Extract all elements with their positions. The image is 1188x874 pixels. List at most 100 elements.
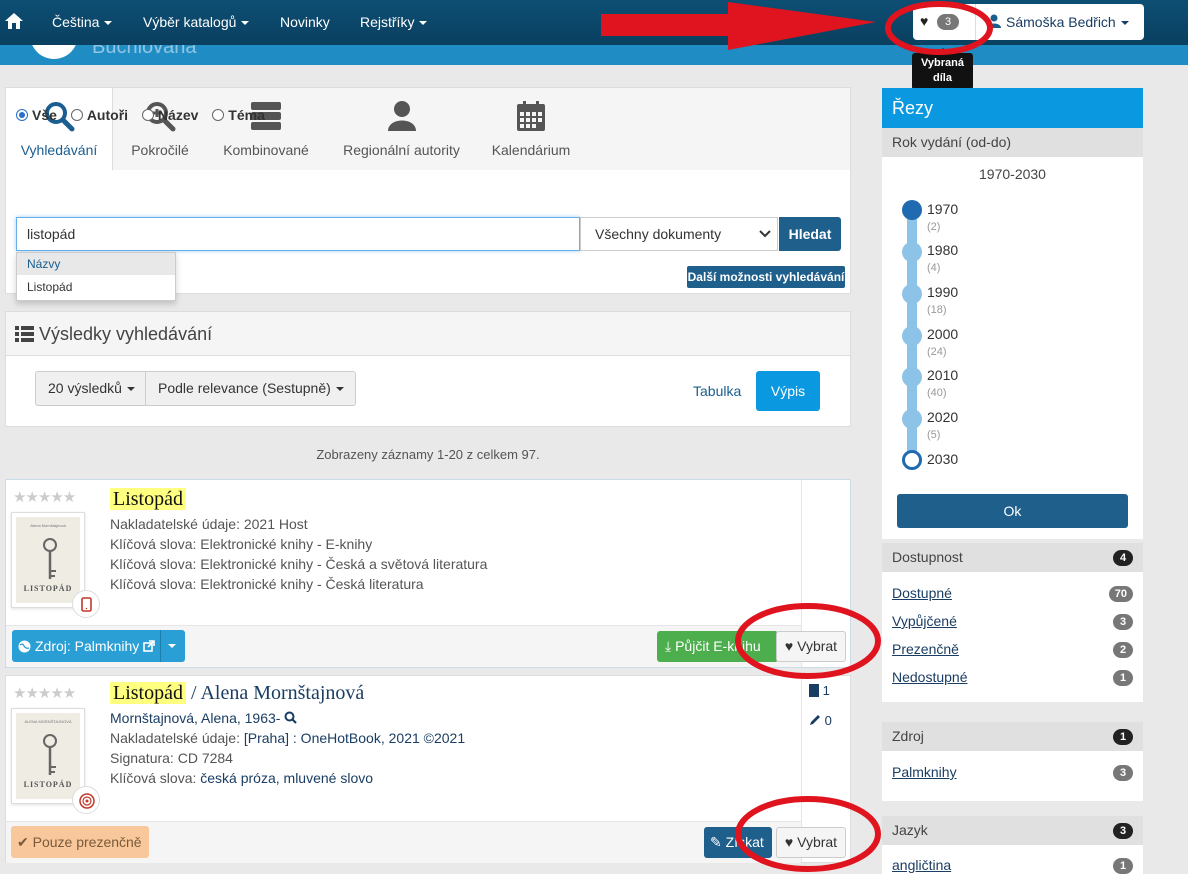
tab-calendar[interactable]: Kalendárium xyxy=(478,88,584,170)
year-count: (4) xyxy=(927,262,941,274)
year-label: 1980 xyxy=(927,242,959,258)
nav-news[interactable]: Novinky xyxy=(280,14,330,30)
year-count: (24) xyxy=(927,346,947,358)
year-range-label: 1970-2030 xyxy=(979,166,1046,182)
results-panel: Výsledky vyhledávání xyxy=(5,311,851,427)
results-title: Výsledky vyhledávání xyxy=(39,324,213,344)
key-illustration xyxy=(43,734,57,775)
book-cover-image[interactable]: ALENA MORNŠTAJNOVÁ LISTOPÁD xyxy=(11,708,85,804)
tab-advanced[interactable]: Pokročilé xyxy=(113,88,207,170)
user-menu[interactable]: Sámoška Bedřich xyxy=(975,4,1144,40)
year-count: (18) xyxy=(927,304,947,316)
year-filter-ok-button[interactable]: Ok xyxy=(897,494,1128,528)
reviews-count[interactable]: 0 xyxy=(809,713,832,728)
heart-icon: ♥ xyxy=(920,13,929,29)
record-keywords: Klíčová slova: česká próza, mluvené slov… xyxy=(110,770,374,786)
autocomplete-item[interactable]: Listopád xyxy=(17,275,175,299)
globe-icon xyxy=(18,640,31,653)
pencil-icon: ✎ xyxy=(710,834,722,850)
facet-year-header: Rok vydání (od-do) xyxy=(882,128,1143,157)
external-link-icon xyxy=(143,640,155,652)
radio-title[interactable]: Název xyxy=(141,107,198,123)
facet-link-palmknihy[interactable]: Palmknihy xyxy=(892,764,957,780)
results-summary: Zobrazeny záznamy 1-20 z celkem 97. xyxy=(316,447,540,462)
facet-availability-body: Dostupné 70 Vypůjčené 3 Prezenčně 2 Nedo… xyxy=(882,572,1143,702)
record-title[interactable]: Listopád / Alena Mornštajnová xyxy=(110,682,364,705)
favorites-tooltip: Vybraná díla xyxy=(912,48,973,90)
select-button[interactable]: ♥ Vybrat xyxy=(776,827,846,858)
facet-count-badge: 1 xyxy=(1113,729,1133,745)
search-icon[interactable] xyxy=(284,711,298,724)
copies-count[interactable]: 1 xyxy=(809,683,830,698)
caret-down-icon xyxy=(168,644,176,648)
radio-topic[interactable]: Téma xyxy=(212,107,265,123)
year-slider-tick xyxy=(902,242,922,262)
tab-combined[interactable]: Kombinované xyxy=(207,88,325,170)
caret-down-icon xyxy=(335,387,344,392)
results-header: Výsledky vyhledávání xyxy=(6,312,850,356)
favorites-button[interactable]: ♥ 3 xyxy=(913,4,975,40)
radio-authors[interactable]: Autoři xyxy=(70,107,128,123)
search-button[interactable]: Hledat xyxy=(779,217,841,251)
per-page-dropdown[interactable]: 20 výsledků xyxy=(35,371,146,406)
source-button[interactable]: Zdroj: Palmknihy xyxy=(12,630,185,662)
format-badge xyxy=(72,590,100,618)
record-author[interactable]: Mornštajnová, Alena, 1963- xyxy=(110,710,298,726)
presence-only-button[interactable]: ✔ Pouze prezenčně xyxy=(11,826,149,858)
year-slider-handle-max[interactable] xyxy=(902,450,922,470)
format-badge xyxy=(72,786,100,814)
facet-count-badge: 3 xyxy=(1113,823,1133,839)
facet-link-presence[interactable]: Prezenčně xyxy=(892,641,959,657)
nav-catalog-select[interactable]: Výběr katalogů xyxy=(143,14,250,30)
facet-count-badge: 2 xyxy=(1113,642,1133,658)
view-list-button[interactable]: Výpis xyxy=(756,371,820,411)
facet-count-badge: 1 xyxy=(1113,858,1133,874)
rating-stars[interactable]: ★★★★★ xyxy=(13,488,76,506)
pencil-icon xyxy=(810,715,820,725)
download-icon: ⤓ xyxy=(665,638,672,654)
tab-search[interactable]: Vyhledávání xyxy=(6,88,113,170)
document-type-select[interactable]: Všechny dokumenty xyxy=(580,217,778,251)
person-icon xyxy=(387,101,416,131)
record-item: ★★★★★ Alena Mornštajnová LISTOPÁD Listop… xyxy=(5,479,851,668)
caret-down-icon xyxy=(104,21,113,26)
search-scope-radios: Vše Autoři Název Téma xyxy=(16,107,275,123)
book-icon xyxy=(809,684,819,697)
facet-availability-header: Dostupnost 4 xyxy=(882,543,1143,572)
get-button[interactable]: ✎ Získat xyxy=(704,827,772,858)
facet-link-english[interactable]: angličtina xyxy=(892,857,951,873)
autocomplete-header: Názvy xyxy=(17,253,175,275)
more-search-options-button[interactable]: Další možnosti vyhledávání xyxy=(687,266,845,288)
year-slider-tick xyxy=(902,367,922,387)
tab-regional-authorities[interactable]: Regionální autority xyxy=(325,88,478,170)
top-navbar: Čeština Výběr katalogů Novinky Rejstříky… xyxy=(0,0,1188,45)
nav-language[interactable]: Čeština xyxy=(52,14,113,30)
search-input[interactable]: listopád xyxy=(16,217,580,251)
year-slider-tick xyxy=(902,326,922,346)
nav-indexes[interactable]: Rejstříky xyxy=(360,14,428,30)
year-label: 2010 xyxy=(927,367,959,383)
sort-dropdown[interactable]: Podle relevance (Sestupně) xyxy=(145,371,356,406)
borrow-ebook-button[interactable]: ⤓ Půjčit E-knihu xyxy=(657,631,778,662)
calendar-icon xyxy=(517,101,545,131)
year-slider-tick xyxy=(902,409,922,429)
book-cover-image[interactable]: Alena Mornštajnová LISTOPÁD xyxy=(11,512,85,608)
caret-down-icon xyxy=(126,387,135,392)
rating-stars[interactable]: ★★★★★ xyxy=(13,684,76,702)
select-button[interactable]: ♥ Vybrat xyxy=(776,631,846,662)
home-icon[interactable] xyxy=(4,11,24,31)
cd-icon xyxy=(79,793,95,809)
year-count: (5) xyxy=(927,429,941,441)
year-slider-handle-min[interactable] xyxy=(902,200,922,220)
facet-count-badge: 70 xyxy=(1108,586,1133,602)
heart-icon: ♥ xyxy=(784,638,794,654)
facet-link-available[interactable]: Dostupné xyxy=(892,585,952,601)
view-table-link[interactable]: Tabulka xyxy=(693,383,741,399)
year-count: (2) xyxy=(927,221,941,233)
record-title[interactable]: Listopád xyxy=(110,488,186,511)
radio-all[interactable]: Vše xyxy=(16,107,57,123)
favorites-count-badge: 3 xyxy=(937,14,959,30)
facet-link-borrowed[interactable]: Vypůjčené xyxy=(892,613,957,629)
source-dropdown-toggle[interactable] xyxy=(160,630,185,662)
facet-link-unavailable[interactable]: Nedostupné xyxy=(892,669,968,685)
